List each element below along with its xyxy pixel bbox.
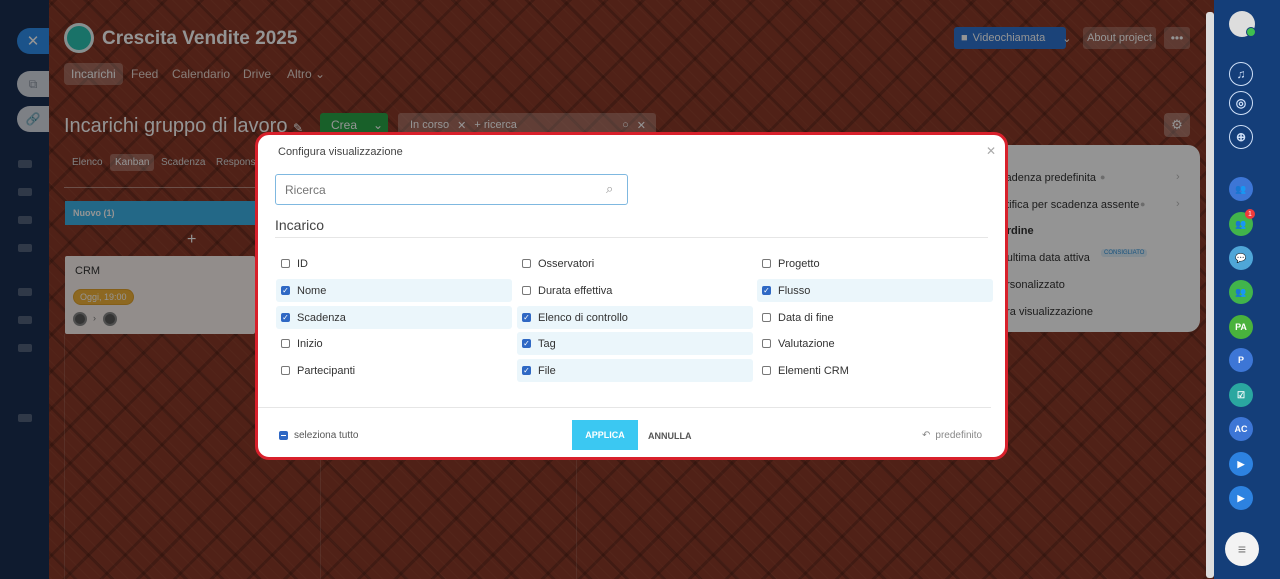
search-icon: ⌕ — [606, 181, 614, 196]
checkbox[interactable] — [522, 286, 531, 295]
configure-view-dialog: Configura visualizzazione ✕ ⌕ Incarico I… — [255, 132, 1008, 460]
option-label: Inizio — [297, 337, 323, 350]
apply-button[interactable]: APPLICA — [572, 420, 638, 450]
option-elenco-di-controllo[interactable]: ✓ Elenco di controllo — [517, 306, 753, 329]
option-label: File — [538, 364, 556, 377]
footer-divider — [258, 407, 991, 408]
checkbox[interactable] — [762, 259, 771, 268]
option-label: Data di fine — [778, 311, 834, 324]
checkbox[interactable] — [762, 366, 771, 375]
option-label: Valutazione — [778, 337, 835, 350]
menu-icon[interactable]: ≡ — [1225, 532, 1259, 566]
play-icon — [1246, 27, 1256, 37]
chat-avatar[interactable]: ☑ — [1229, 383, 1253, 407]
option-label: Flusso — [778, 284, 811, 297]
option-nome[interactable]: ✓ Nome — [276, 279, 512, 302]
option-durata-effettiva[interactable]: Durata effettiva — [517, 279, 753, 302]
video-chat-icon[interactable]: ▶ — [1229, 452, 1253, 476]
search-input[interactable] — [275, 174, 628, 205]
option-label: Progetto — [778, 257, 820, 270]
option-elementi-crm[interactable]: Elementi CRM — [757, 359, 993, 382]
option-label: Scadenza — [297, 311, 346, 324]
checkbox[interactable]: ✓ — [281, 286, 290, 295]
close-icon[interactable]: ✕ — [986, 144, 996, 158]
scrollbar[interactable] — [1206, 12, 1214, 578]
chat-avatar[interactable]: P — [1229, 348, 1253, 372]
partial-check-icon — [279, 431, 288, 440]
option-label: Nome — [297, 284, 327, 297]
cancel-button[interactable]: ANNULLA — [648, 431, 692, 441]
bell-icon[interactable]: ♫ — [1229, 62, 1253, 86]
chat-avatar[interactable]: AC — [1229, 417, 1253, 441]
undo-icon: ↶ — [922, 430, 931, 441]
select-all-checkbox[interactable]: seleziona tutto — [279, 430, 359, 441]
checkbox[interactable]: ✓ — [522, 339, 531, 348]
checkbox[interactable]: ✓ — [281, 313, 290, 322]
notification-badge: 1 — [1245, 209, 1255, 219]
option-inizio[interactable]: Inizio — [276, 332, 512, 355]
chat-avatar[interactable]: 👥 — [1229, 280, 1253, 304]
checkbox[interactable] — [281, 259, 290, 268]
option-tag[interactable]: ✓ Tag — [517, 332, 753, 355]
option-file[interactable]: ✓ File — [517, 359, 753, 382]
option-label: Partecipanti — [297, 364, 356, 377]
option-flusso[interactable]: ✓ Flusso — [757, 279, 993, 302]
option-id[interactable]: ID — [276, 252, 512, 275]
option-label: Osservatori — [538, 257, 595, 270]
option-label: Elementi CRM — [778, 364, 849, 377]
option-valutazione[interactable]: Valutazione — [757, 332, 993, 355]
option-scadenza[interactable]: ✓ Scadenza — [276, 306, 512, 329]
checkbox[interactable] — [281, 366, 290, 375]
checkbox[interactable] — [762, 313, 771, 322]
checkbox[interactable] — [281, 339, 290, 348]
option-label: Tag — [538, 337, 556, 350]
option-partecipanti[interactable]: Partecipanti — [276, 359, 512, 382]
reset-default-button[interactable]: ↶ predefinito — [922, 430, 982, 441]
select-all-label: seleziona tutto — [294, 430, 359, 441]
video-chat-icon[interactable]: ▶ — [1229, 486, 1253, 510]
reset-label: predefinito — [935, 430, 983, 441]
chat-avatar[interactable]: 👥 — [1229, 177, 1253, 201]
checkbox[interactable]: ✓ — [522, 366, 531, 375]
divider — [275, 237, 988, 238]
checkbox[interactable] — [762, 339, 771, 348]
chat-avatar[interactable]: 💬 — [1229, 246, 1253, 270]
chat-avatar[interactable]: PA — [1229, 315, 1253, 339]
checkbox[interactable] — [522, 259, 531, 268]
activity-icon[interactable]: ◎ — [1229, 91, 1253, 115]
option-label: ID — [297, 257, 308, 270]
checkbox[interactable]: ✓ — [522, 313, 531, 322]
option-osservatori[interactable]: Osservatori — [517, 252, 753, 275]
option-progetto[interactable]: Progetto — [757, 252, 993, 275]
option-label: Durata effettiva — [538, 284, 613, 297]
option-data-di-fine[interactable]: Data di fine — [757, 306, 993, 329]
checkbox[interactable]: ✓ — [762, 286, 771, 295]
section-title: Incarico — [275, 217, 325, 233]
search-icon[interactable]: ⊕ — [1229, 125, 1253, 149]
option-label: Elenco di controllo — [538, 311, 628, 324]
dialog-title: Configura visualizzazione — [278, 146, 403, 158]
